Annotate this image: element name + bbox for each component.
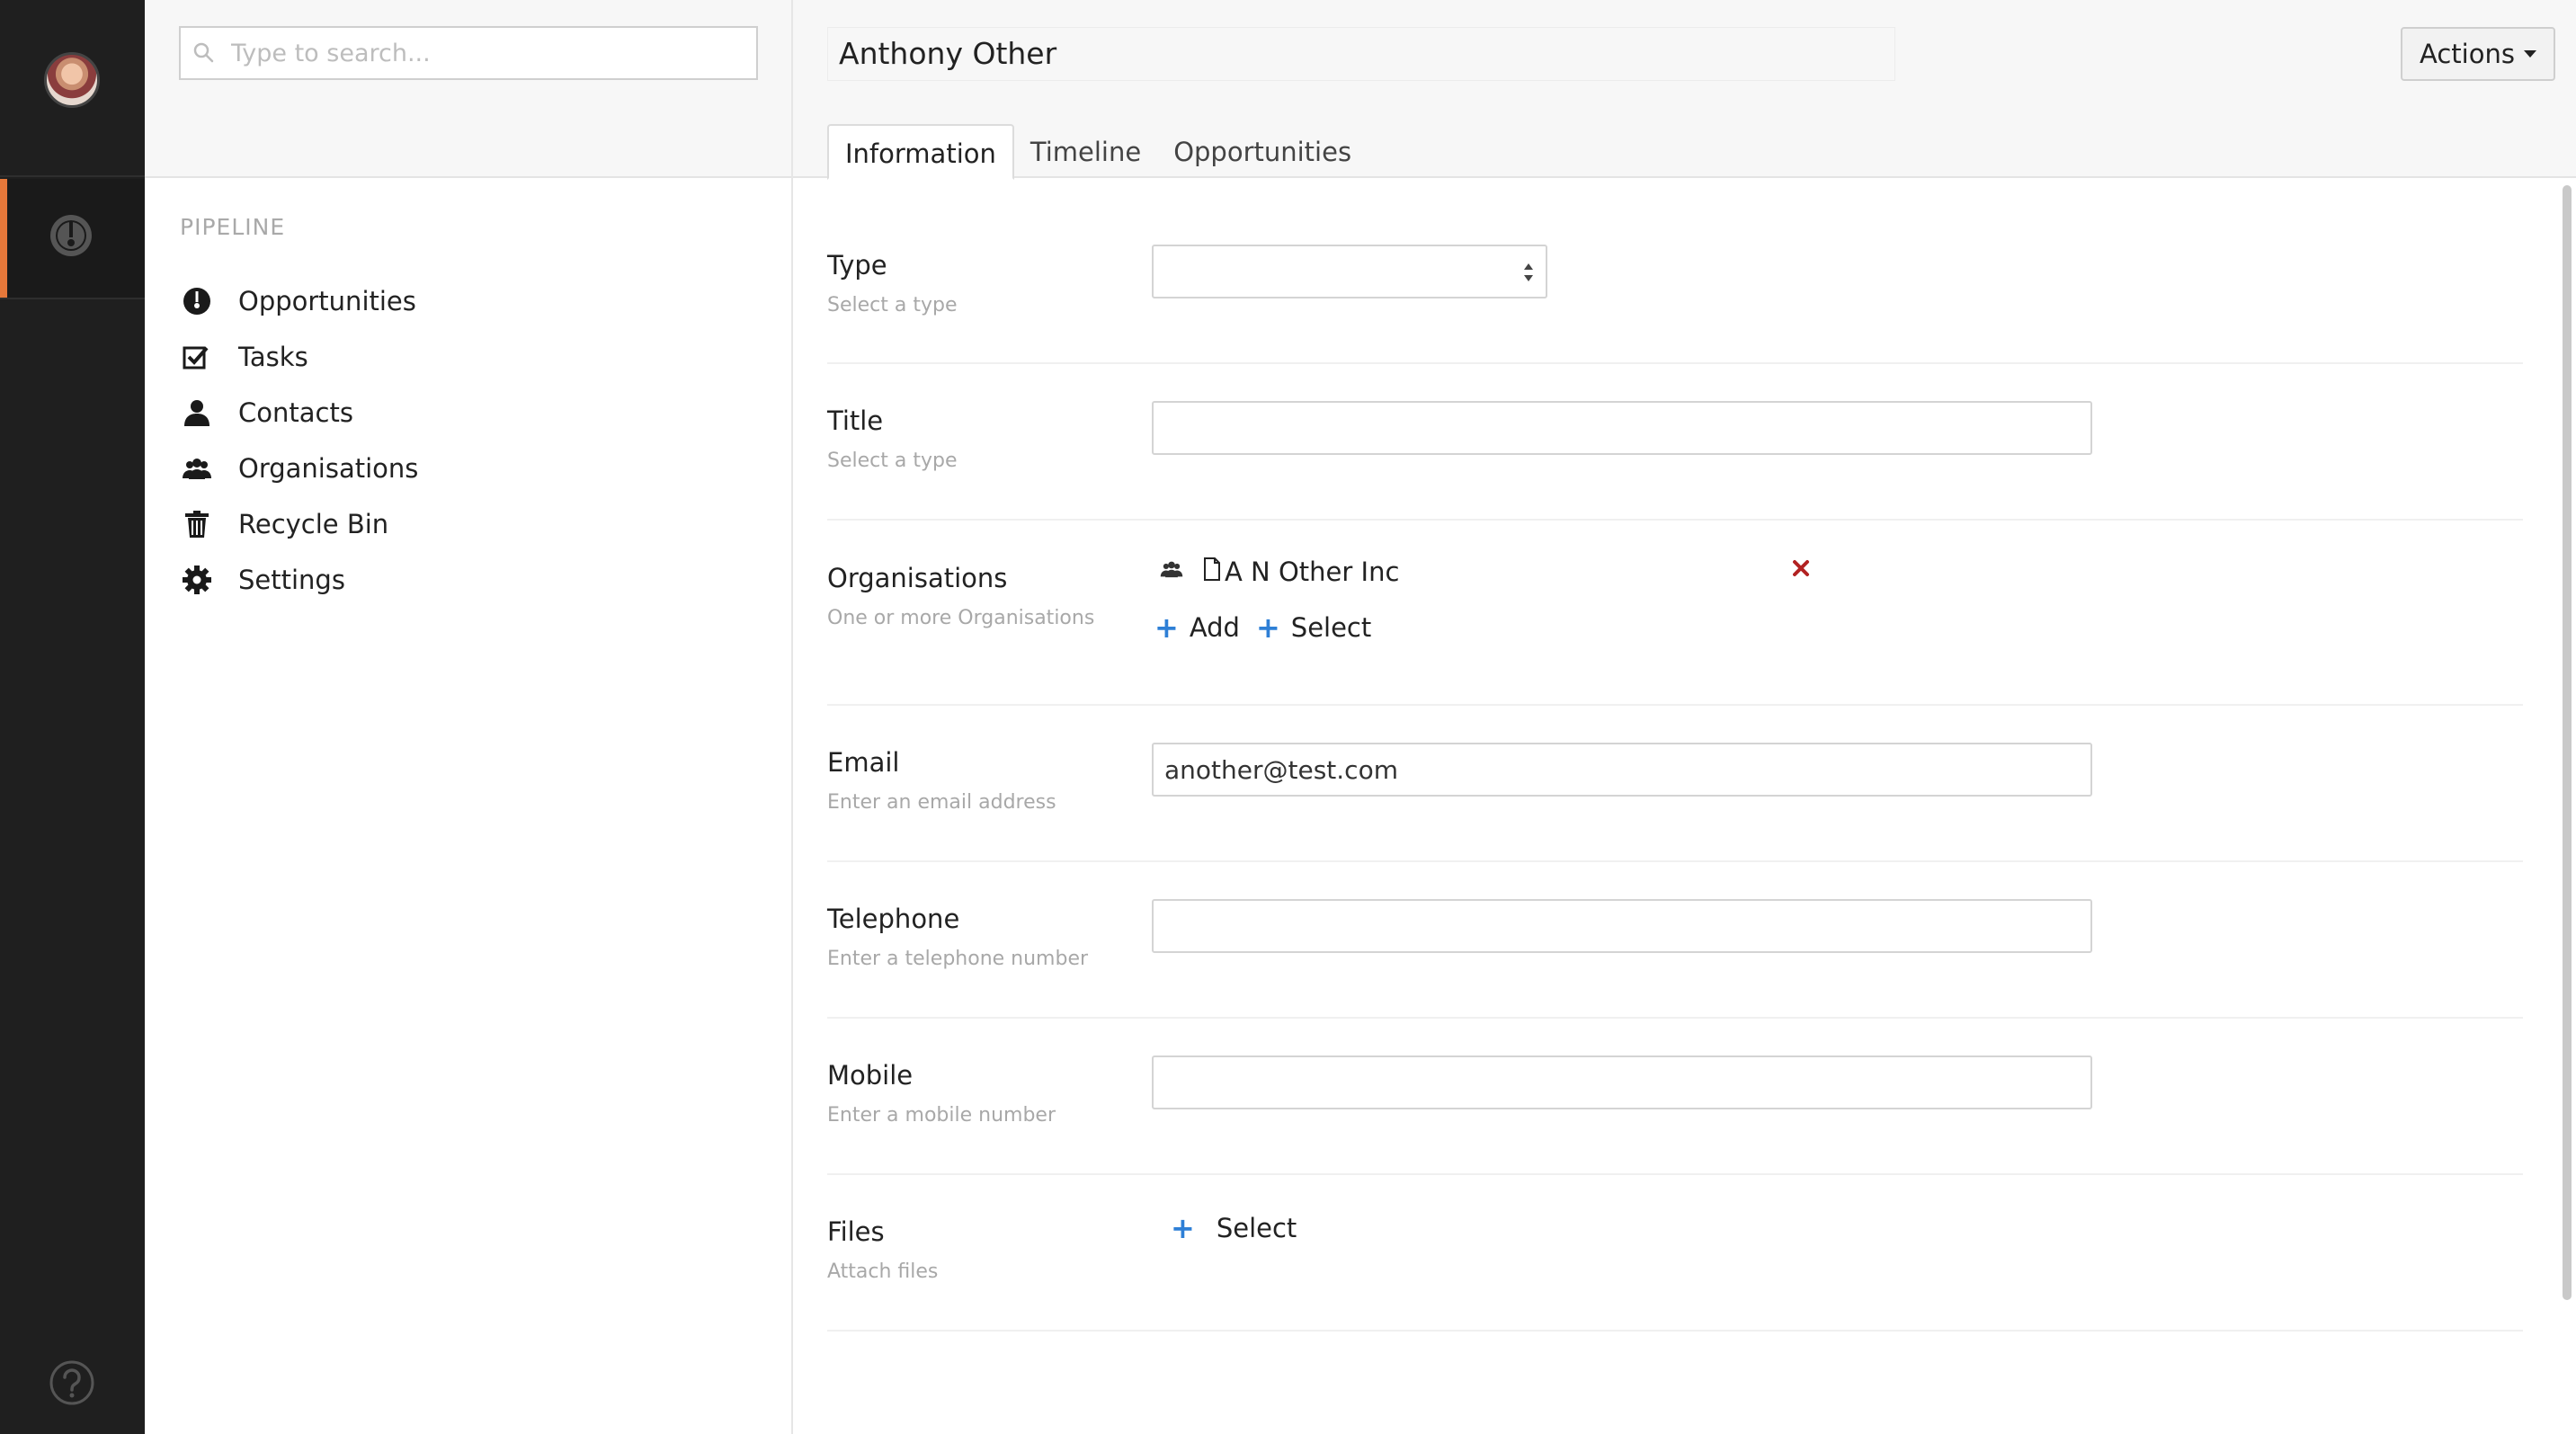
checkbox-icon: [183, 346, 209, 370]
document-icon: [1204, 557, 1220, 581]
avatar[interactable]: [44, 52, 100, 108]
group-icon: [1160, 561, 1183, 578]
email-hint: Enter an email address: [827, 791, 1056, 814]
record-tabs: Information Timeline Opportunities: [827, 124, 1368, 180]
email-row: Email Enter an email address: [827, 706, 2523, 862]
mobile-label: Mobile: [827, 1060, 914, 1091]
select-files-button[interactable]: + Select: [1171, 1213, 1297, 1243]
mobile-input[interactable]: [1152, 1055, 2092, 1109]
tab-timeline[interactable]: Timeline: [1014, 124, 1157, 180]
organisation-name: A N Other Inc: [1225, 557, 1400, 587]
navigation-column: PIPELINE Opportunities Tasks Contacts Or…: [145, 0, 793, 1434]
sidebar-item-label: Opportunities: [238, 286, 416, 316]
avatar-area: [0, 0, 145, 177]
organisation-actions: + Add + Select: [1154, 612, 1387, 643]
type-label: Type: [827, 250, 887, 281]
gauge-icon: [183, 288, 210, 315]
sidebar-item-label: Recycle Bin: [238, 509, 389, 539]
mobile-row: Mobile Enter a mobile number: [827, 1019, 2523, 1175]
files-row: Files Attach files + Select: [827, 1175, 2523, 1332]
record-header: Anthony Other Actions Information Timeli…: [793, 0, 2576, 180]
files-label: Files: [827, 1216, 885, 1247]
email-input[interactable]: [1152, 743, 2092, 797]
select-label: Select: [1290, 612, 1372, 643]
telephone-hint: Enter a telephone number: [827, 948, 1089, 970]
type-row: Type Select a type: [827, 180, 2523, 364]
add-organisation-button[interactable]: + Add: [1154, 612, 1240, 643]
select-arrows-icon: [1524, 263, 1533, 281]
gauge-icon: [50, 215, 92, 256]
sidebar-item-contacts[interactable]: Contacts: [179, 385, 418, 441]
organisation-item[interactable]: A N Other Inc: [1160, 557, 1399, 587]
tab-opportunities[interactable]: Opportunities: [1157, 124, 1368, 180]
select-files-label: Select: [1216, 1213, 1297, 1243]
sidebar-item-label: Contacts: [238, 397, 353, 428]
telephone-row: Telephone Enter a telephone number: [827, 862, 2523, 1019]
organisations-label: Organisations: [827, 563, 1008, 593]
trash-icon: [185, 511, 209, 538]
title-input[interactable]: [1152, 401, 2092, 455]
files-hint: Attach files: [827, 1260, 939, 1283]
organisations-row: Organisations One or more Organisations …: [827, 521, 2523, 706]
search-input[interactable]: [229, 38, 733, 68]
mobile-hint: Enter a mobile number: [827, 1104, 1056, 1127]
plus-icon: +: [1255, 610, 1280, 645]
sidebar-item-tasks[interactable]: Tasks: [179, 329, 418, 385]
help-icon[interactable]: [49, 1359, 95, 1406]
plus-icon: +: [1171, 1211, 1195, 1245]
actions-label: Actions: [2420, 39, 2515, 69]
telephone-input[interactable]: [1152, 899, 2092, 953]
email-label: Email: [827, 747, 900, 778]
information-form: Type Select a type Title Select a type O…: [827, 180, 2523, 1332]
main-panel: Anthony Other Actions Information Timeli…: [793, 0, 2576, 1434]
title-label: Title: [827, 405, 884, 436]
plus-icon: +: [1154, 610, 1179, 645]
group-icon: [183, 459, 211, 479]
sidebar-item-organisations[interactable]: Organisations: [179, 441, 418, 496]
caret-down-icon: [2523, 50, 2536, 58]
record-name[interactable]: Anthony Other: [827, 27, 1895, 81]
sidebar-item-opportunities[interactable]: Opportunities: [179, 273, 418, 329]
select-organisation-button[interactable]: + Select: [1256, 612, 1371, 643]
type-select[interactable]: [1152, 245, 1547, 298]
title-hint: Select a type: [827, 450, 958, 472]
telephone-label: Telephone: [827, 904, 960, 934]
sidebar-item-recycle-bin[interactable]: Recycle Bin: [179, 496, 418, 552]
tab-information[interactable]: Information: [827, 124, 1014, 180]
search-box[interactable]: [179, 26, 758, 80]
sidebar-item-label: Settings: [238, 565, 345, 595]
sidebar-item-label: Organisations: [238, 453, 419, 484]
title-row: Title Select a type: [827, 364, 2523, 521]
section-label-pipeline: PIPELINE: [180, 214, 286, 240]
search-icon: [193, 42, 214, 63]
gear-icon: [183, 566, 211, 594]
main-scrollbar[interactable]: [2563, 185, 2572, 1300]
sidebar-nav: Opportunities Tasks Contacts Organisatio…: [179, 273, 418, 608]
sidebar-item-settings[interactable]: Settings: [179, 552, 418, 608]
actions-button[interactable]: Actions: [2401, 27, 2555, 81]
app-rail: [0, 0, 145, 1434]
remove-icon[interactable]: [1791, 558, 1811, 578]
files-actions: + Select: [1171, 1213, 1313, 1243]
type-hint: Select a type: [827, 294, 958, 316]
organisations-hint: One or more Organisations: [827, 607, 1095, 629]
search-area: [145, 0, 791, 178]
add-label: Add: [1189, 612, 1240, 643]
sidebar-item-label: Tasks: [238, 342, 308, 372]
person-icon: [184, 400, 209, 426]
